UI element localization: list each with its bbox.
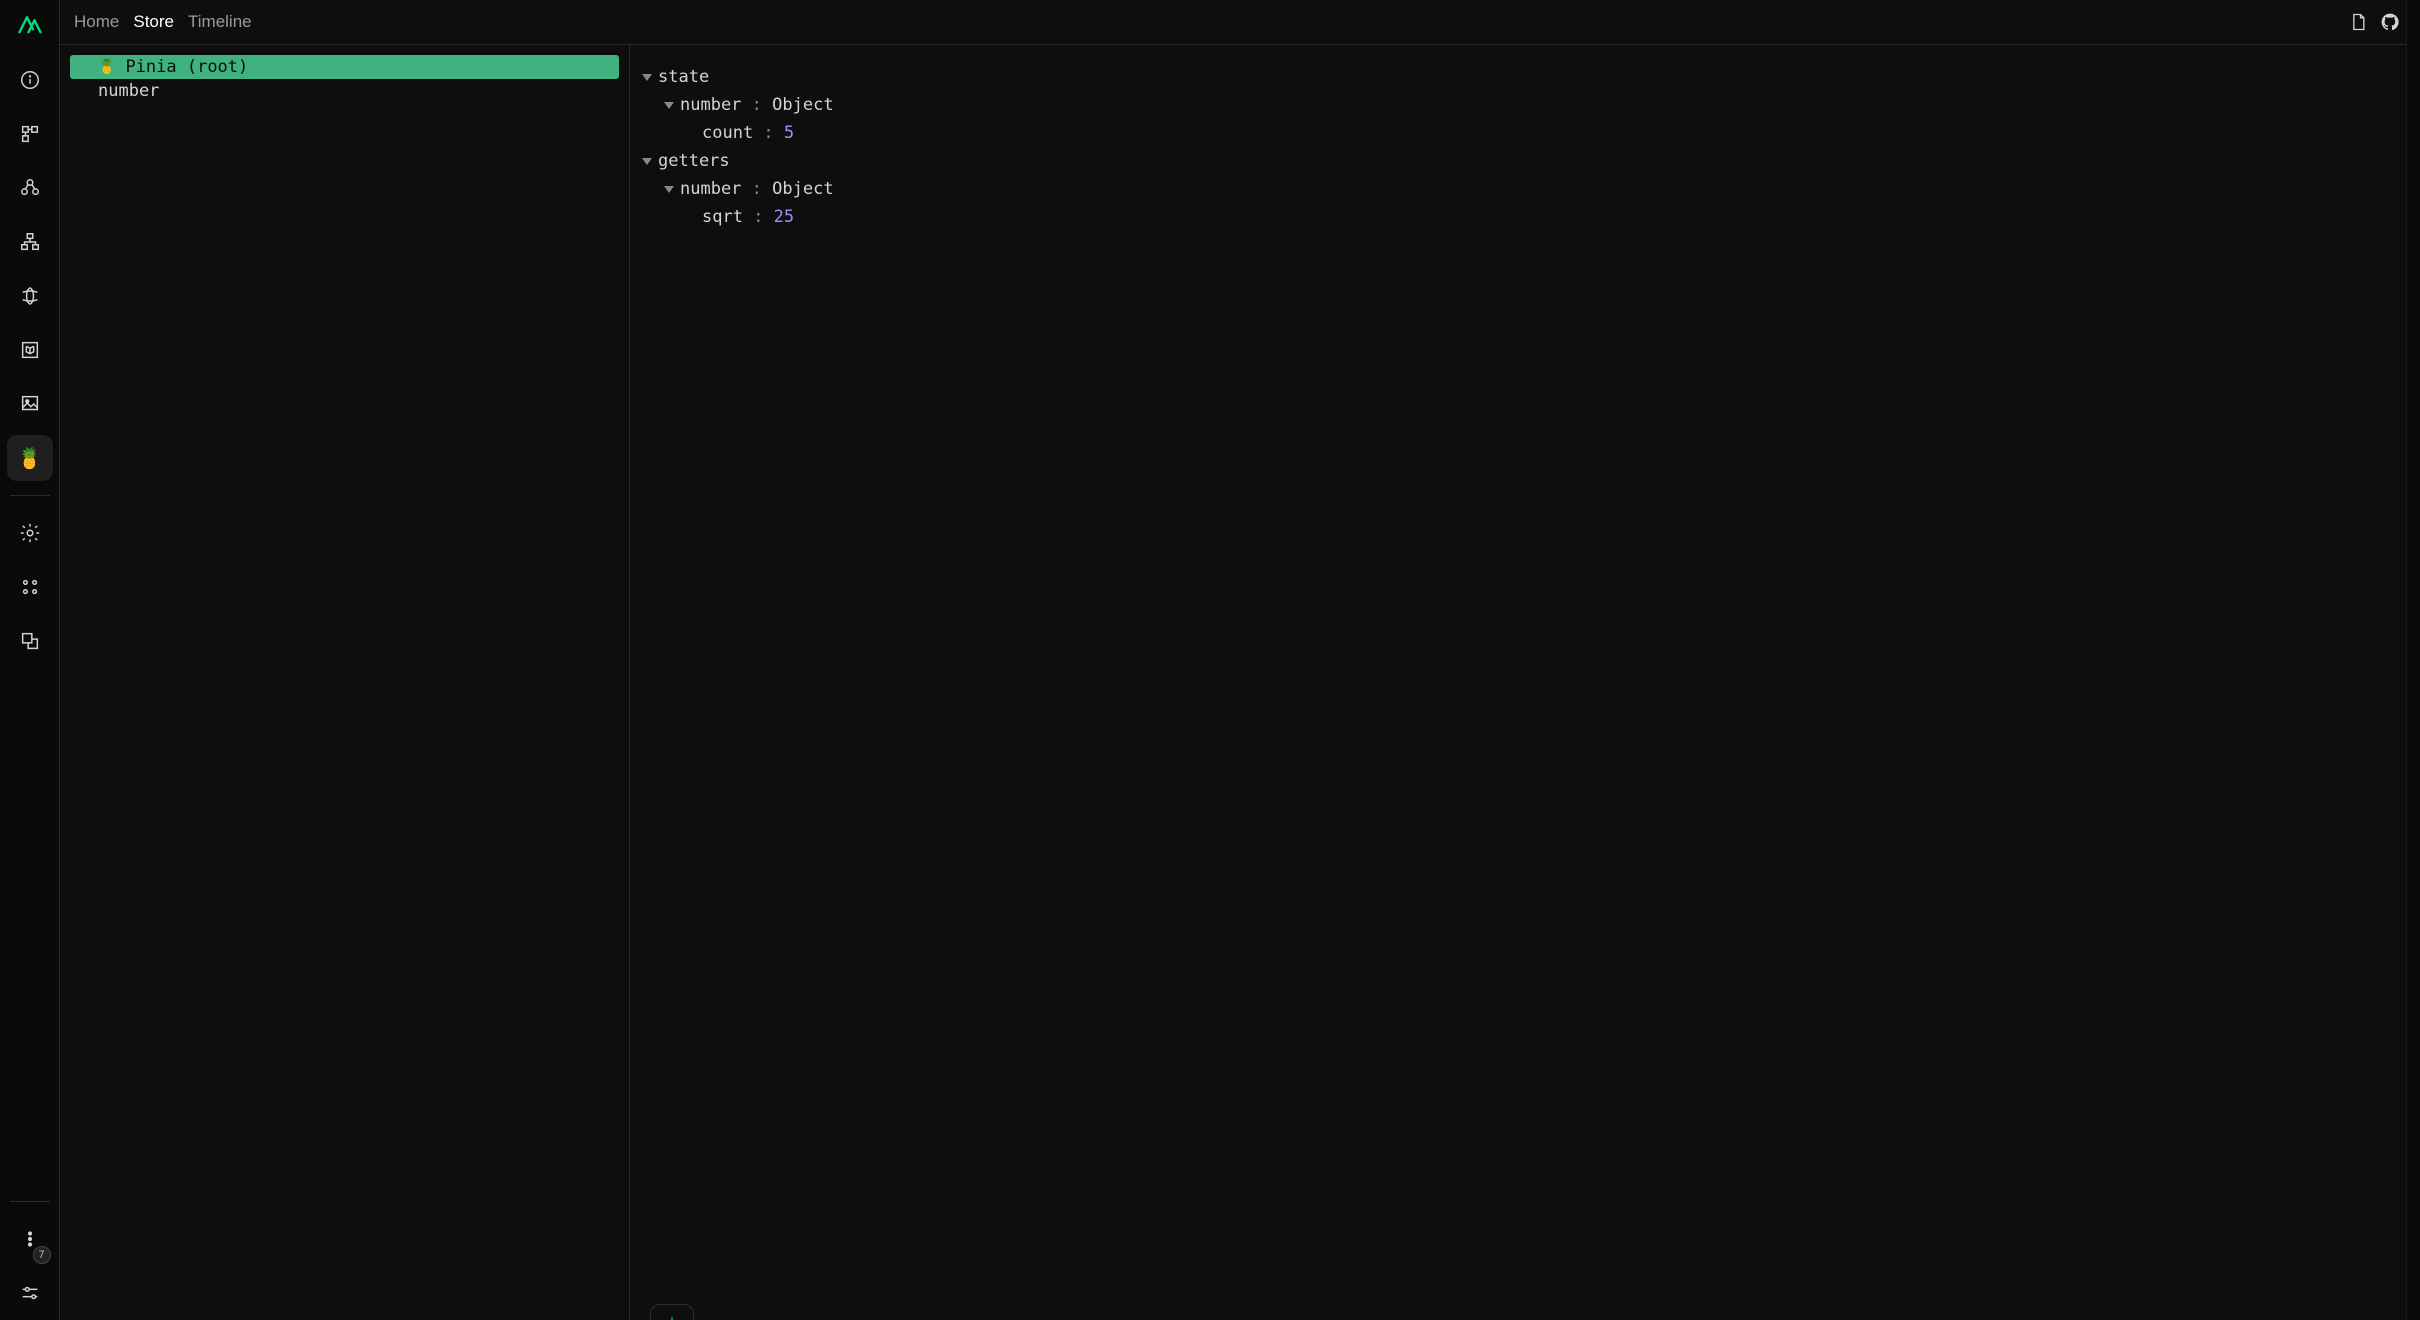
- sidebar-components-icon[interactable]: [7, 165, 53, 211]
- sidebar-analyze-icon[interactable]: [7, 618, 53, 664]
- detail-pane: state number : Object count : 5: [630, 45, 2420, 1320]
- sidebar-settings-icon[interactable]: [7, 510, 53, 556]
- detail-state-count-key: count: [702, 119, 753, 147]
- detail-state-count-value: 5: [784, 119, 794, 147]
- app-root: 🍍 7 Home Store Timeline: [0, 0, 2420, 1320]
- sidebar-info-icon[interactable]: [7, 57, 53, 103]
- caret-down-icon: [664, 102, 674, 109]
- tab-home[interactable]: Home: [74, 12, 119, 32]
- nuxt-logo[interactable]: [15, 14, 45, 39]
- detail-state-number-row[interactable]: number : Object: [642, 91, 2408, 119]
- detail-getters-sqrt-value: 25: [774, 203, 794, 231]
- topbar: Home Store Timeline: [60, 0, 2420, 45]
- detail-state-number-key: number: [680, 91, 741, 119]
- scrollbar[interactable]: [2406, 0, 2420, 1320]
- caret-down-icon: [642, 158, 652, 165]
- sidebar-assets-icon[interactable]: [7, 381, 53, 427]
- detail-getters-number-key: number: [680, 175, 741, 203]
- topbar-docs-icon[interactable]: [2342, 6, 2374, 38]
- sidebar-pinia-icon[interactable]: 🍍: [7, 435, 53, 481]
- tab-store[interactable]: Store: [133, 12, 174, 32]
- detail-state-header[interactable]: state: [642, 63, 2408, 91]
- detail-state-label: state: [658, 63, 709, 91]
- colon: :: [741, 91, 772, 119]
- sidebar-tree-icon[interactable]: [7, 219, 53, 265]
- main-wrap: Home Store Timeline 🍍 Pinia (root) numbe: [60, 0, 2420, 1320]
- tab-timeline[interactable]: Timeline: [188, 12, 252, 32]
- sidebar-runtime-icon[interactable]: [7, 564, 53, 610]
- sidebar-separator: [10, 495, 50, 496]
- detail-tree: state number : Object count : 5: [642, 63, 2408, 231]
- detail-getters-number-type: Object: [772, 175, 833, 203]
- pineapple-icon: 🍍: [98, 59, 115, 75]
- colon: :: [741, 175, 772, 203]
- detail-state-count-row[interactable]: count : 5: [642, 119, 2408, 147]
- detail-state-number-type: Object: [772, 91, 833, 119]
- detail-getters-header[interactable]: getters: [642, 147, 2408, 175]
- content-split: 🍍 Pinia (root) number state: [60, 45, 2420, 1320]
- topbar-github-icon[interactable]: [2374, 6, 2406, 38]
- colon: :: [743, 203, 774, 231]
- sidebar-separator-bottom: [10, 1201, 50, 1202]
- icon-sidebar: 🍍 7: [0, 0, 60, 1320]
- topbar-tabs: Home Store Timeline: [74, 12, 252, 32]
- caret-down-icon: [664, 186, 674, 193]
- sidebar-more-badge: 7: [33, 1246, 51, 1264]
- sidebar-modules-icon[interactable]: [7, 327, 53, 373]
- detail-getters-sqrt-key: sqrt: [702, 203, 743, 231]
- sidebar-pages-icon[interactable]: [7, 111, 53, 157]
- pineapple-icon: 🍍: [17, 446, 42, 470]
- detail-getters-label: getters: [658, 147, 730, 175]
- store-item-label: number: [98, 81, 159, 101]
- bottom-toolbar-pill[interactable]: [650, 1304, 694, 1320]
- store-root-row[interactable]: 🍍 Pinia (root): [70, 55, 619, 79]
- caret-down-icon: [642, 74, 652, 81]
- sidebar-imports-icon[interactable]: [7, 273, 53, 319]
- detail-getters-number-row[interactable]: number : Object: [642, 175, 2408, 203]
- detail-getters-sqrt-row[interactable]: sqrt : 25: [642, 203, 2408, 231]
- sidebar-more-icon[interactable]: 7: [7, 1216, 53, 1262]
- colon: :: [753, 119, 784, 147]
- store-list-pane: 🍍 Pinia (root) number: [60, 45, 630, 1320]
- store-item-row[interactable]: number: [70, 79, 619, 103]
- store-root-label: Pinia (root): [125, 57, 248, 77]
- sidebar-sliders-icon[interactable]: [7, 1270, 53, 1316]
